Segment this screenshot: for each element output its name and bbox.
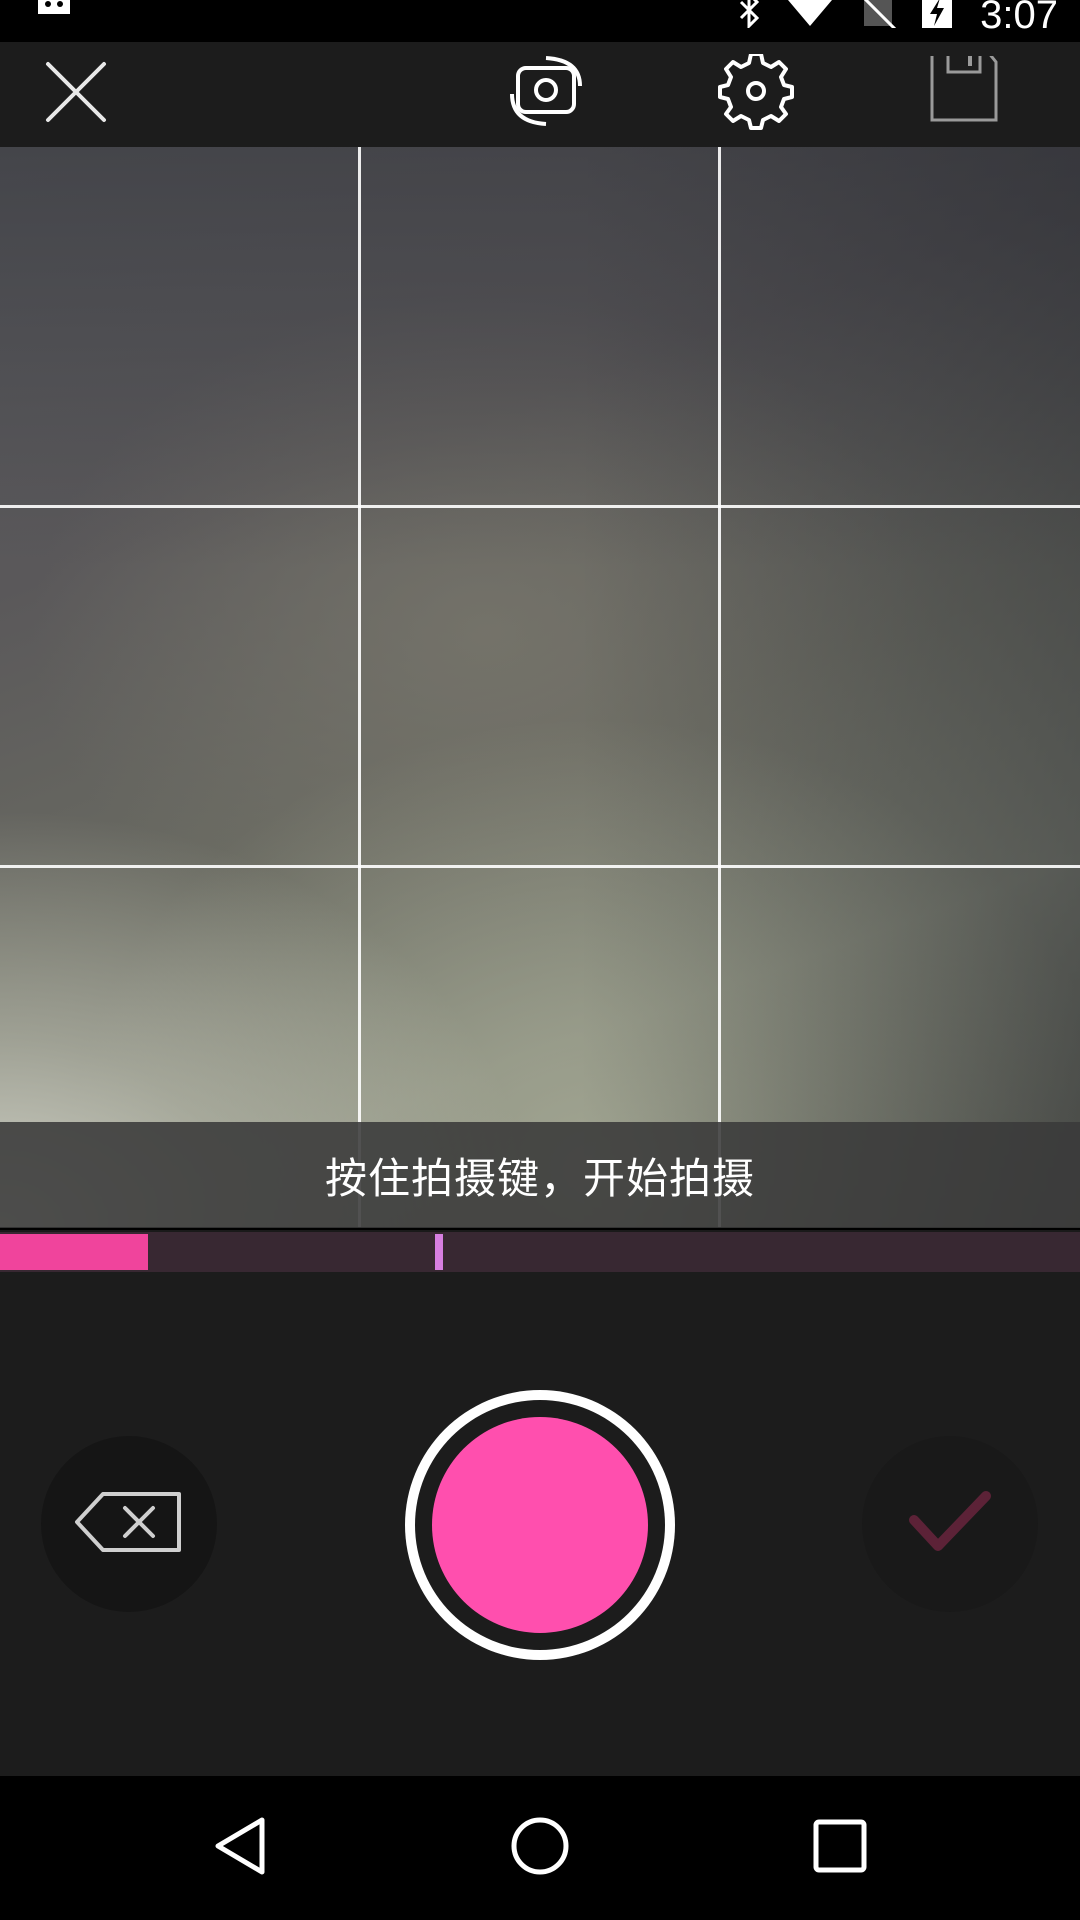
backspace-icon bbox=[73, 1490, 185, 1558]
record-button-core bbox=[432, 1417, 648, 1633]
status-bar: 3:07 bbox=[0, 0, 1080, 42]
switch-camera-button[interactable] bbox=[496, 42, 596, 142]
recents-icon bbox=[812, 1818, 868, 1878]
checkmark-icon bbox=[908, 1490, 992, 1558]
grid-line bbox=[718, 147, 721, 1227]
android-notification-icon bbox=[36, 0, 72, 28]
delete-segment-button[interactable] bbox=[41, 1436, 217, 1612]
close-button[interactable] bbox=[26, 42, 126, 142]
confirm-button[interactable] bbox=[862, 1436, 1038, 1612]
camera-preview[interactable] bbox=[0, 147, 1080, 1227]
no-sim-icon bbox=[860, 0, 898, 32]
close-icon bbox=[44, 60, 108, 124]
back-icon bbox=[212, 1816, 268, 1880]
settings-button[interactable] bbox=[706, 42, 806, 142]
back-button[interactable] bbox=[190, 1798, 290, 1898]
bluetooth-icon bbox=[735, 0, 763, 32]
recording-progress-bar bbox=[0, 1230, 1080, 1274]
wifi-icon bbox=[788, 0, 832, 32]
preview-shading bbox=[580, 147, 1080, 1227]
home-icon bbox=[510, 1816, 570, 1880]
switch-camera-icon bbox=[508, 54, 584, 130]
recents-button[interactable] bbox=[790, 1798, 890, 1898]
grid-line bbox=[0, 865, 1080, 868]
status-time: 3:07 bbox=[980, 0, 1058, 37]
battery-charging-icon bbox=[922, 0, 952, 34]
navigation-bar bbox=[0, 1776, 1080, 1920]
record-button[interactable] bbox=[405, 1390, 675, 1660]
hint-bar: 按住拍摄键，开始拍摄 bbox=[0, 1122, 1080, 1228]
recording-progress-fill bbox=[0, 1234, 148, 1270]
settings-icon bbox=[718, 54, 794, 130]
min-duration-marker bbox=[435, 1234, 443, 1270]
top-toolbar bbox=[0, 42, 1080, 147]
save-icon bbox=[928, 56, 1000, 128]
hint-text: 按住拍摄键，开始拍摄 bbox=[324, 1153, 755, 1203]
grid-line bbox=[0, 505, 1080, 508]
save-button[interactable] bbox=[914, 42, 1014, 142]
home-button[interactable] bbox=[490, 1798, 590, 1898]
grid-line bbox=[358, 147, 361, 1227]
